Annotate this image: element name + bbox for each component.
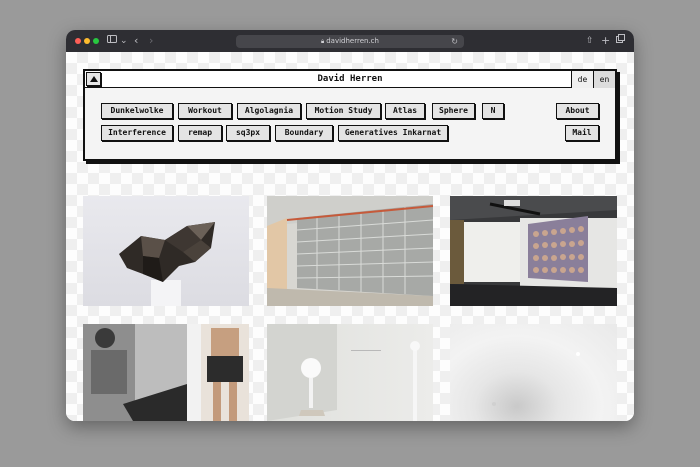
nav-about[interactable]: About [556,103,599,119]
chevron-down-icon[interactable]: ⌄ [120,34,128,48]
language-en[interactable]: en [593,71,615,88]
video-projection-image [450,196,617,306]
browser-titlebar: ⌄ ‹ › 🔒︎ davidherren.ch ↻ ⇧ + [66,30,634,52]
web-page: David Herren de en Dunkelwolke Workout A… [66,52,634,421]
nav-algolagnia[interactable]: Algolagnia [237,103,301,119]
zoom-window-button[interactable] [93,38,99,44]
performance-photos-image [83,324,249,421]
gallery-tile-performance-photos[interactable] [83,324,249,421]
nav-mail[interactable]: Mail [565,125,599,141]
nav-dunkelwolke[interactable]: Dunkelwolke [101,103,173,119]
sidebar-icon[interactable] [107,34,117,48]
nav-sq3px[interactable]: sq3px [226,125,270,141]
new-tab-icon[interactable]: + [601,34,610,48]
site-title: David Herren [317,74,383,84]
reload-icon[interactable]: ↻ [451,35,458,48]
nav-generatives-inkarnat[interactable]: Generatives Inkarnat [338,125,448,141]
language-de[interactable]: de [571,71,593,88]
minimize-window-button[interactable] [84,38,90,44]
url-text: davidherren.ch [326,37,379,45]
collapse-arrow-button[interactable] [86,72,101,86]
gallery-tile-wall-installation[interactable] [267,196,433,306]
address-bar[interactable]: 🔒︎ davidherren.ch ↻ [236,35,464,48]
gallery-tile-gradient-render[interactable] [450,324,617,421]
nav-interference[interactable]: Interference [101,125,173,141]
gallery-tile-sculpture[interactable] [83,196,249,306]
wall-installation-image [267,196,433,306]
nav-remap[interactable]: remap [178,125,222,141]
nav-boundary[interactable]: Boundary [275,125,333,141]
gradient-render-image [492,352,580,406]
navigation-panel: David Herren de en Dunkelwolke Workout A… [83,69,617,161]
share-icon[interactable]: ⇧ [586,34,594,48]
nav-atlas[interactable]: Atlas [385,103,425,119]
nav-workout[interactable]: Workout [178,103,232,119]
lock-icon: 🔒︎ [321,38,325,45]
nav-n[interactable]: N [482,103,504,119]
sculpture-image [119,222,215,306]
tab-overview-icon[interactable] [616,34,625,48]
nav-sphere[interactable]: Sphere [432,103,475,119]
gallery-tile-video-projection[interactable] [450,196,617,306]
browser-window: ⌄ ‹ › 🔒︎ davidherren.ch ↻ ⇧ + David Herre… [66,30,634,421]
nav-motion-study[interactable]: Motion Study [306,103,381,119]
white-sphere-image [267,324,420,421]
gallery-tile-white-sphere[interactable] [267,324,433,421]
back-arrow-icon[interactable]: ‹ [134,34,138,48]
close-window-button[interactable] [75,38,81,44]
forward-arrow-icon[interactable]: › [149,34,153,48]
panel-header: David Herren de en [85,71,615,88]
